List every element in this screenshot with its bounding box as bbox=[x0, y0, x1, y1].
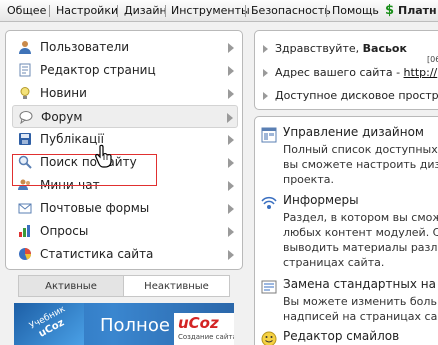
banner-book-art: Учебник uCoz bbox=[14, 303, 84, 345]
hand-cursor-icon bbox=[95, 144, 112, 168]
username: Васьок bbox=[362, 42, 407, 55]
tab-inactive[interactable]: Неактивные bbox=[124, 275, 230, 297]
poll-icon bbox=[19, 225, 30, 237]
sections-panel: Управление дизайном Полный список доступ… bbox=[254, 116, 438, 345]
section-desc-line: вы сможете настроить диз bbox=[283, 158, 438, 171]
highlight-box bbox=[12, 154, 157, 186]
section-desc-line: выводить материалы разли bbox=[283, 241, 438, 254]
greeting-panel: Здравствуйте, Васьок [06.0 Адрес вашего … bbox=[254, 30, 438, 110]
menu-general[interactable]: Общее bbox=[7, 0, 46, 22]
disk-space-label: Доступное дисковое простр bbox=[275, 89, 438, 102]
lightbulb-icon bbox=[20, 87, 30, 99]
sidebar-item-label: Редактор страниц bbox=[40, 63, 156, 77]
menu-separator bbox=[326, 5, 327, 17]
chevron-right-icon bbox=[228, 250, 234, 260]
forum-icon bbox=[19, 111, 33, 124]
chevron-right-icon bbox=[228, 43, 234, 53]
section-desc-line: Раздел, в котором вы смож bbox=[283, 211, 438, 224]
section-description: Раздел, в котором вы смож любых контент … bbox=[283, 210, 438, 270]
chevron-right-icon bbox=[228, 135, 234, 145]
sidebar-item-label: Новини bbox=[40, 86, 87, 100]
sidebar-item-news[interactable]: Новини bbox=[12, 82, 238, 105]
section-replace-labels[interactable]: Замена стандартных на Вы можете изменить… bbox=[261, 277, 438, 327]
chevron-right-icon bbox=[228, 204, 234, 214]
chevron-right-icon bbox=[228, 227, 234, 237]
section-design-management[interactable]: Управление дизайном Полный список доступ… bbox=[261, 125, 438, 187]
section-informers[interactable]: Информеры Раздел, в котором вы смож любы… bbox=[261, 193, 438, 269]
address-label: Адрес вашего сайта - bbox=[275, 66, 401, 79]
ucoz-logo: uCoz Создание сайта bbox=[174, 313, 234, 345]
menu-paid-services[interactable]: Платн bbox=[398, 0, 437, 22]
promo-banner[interactable]: Учебник uCoz Полное uCoz Создание сайта bbox=[14, 303, 234, 345]
section-title[interactable]: Замена стандартных на bbox=[283, 277, 436, 291]
address-text: Адрес вашего сайта - http:// bbox=[275, 63, 437, 83]
tab-active[interactable]: Активные bbox=[18, 275, 124, 297]
bullet-icon bbox=[263, 92, 268, 100]
sidebar-item-forum[interactable]: Форум bbox=[12, 105, 238, 128]
section-title[interactable]: Информеры bbox=[283, 193, 359, 207]
section-desc-line: надписей на страницах са bbox=[283, 310, 438, 323]
greeting-row: Здравствуйте, Васьок [06.0 bbox=[263, 39, 438, 64]
chevron-right-icon bbox=[228, 158, 234, 168]
sidebar-item-site-stats[interactable]: Статистика сайта bbox=[12, 243, 238, 266]
chevron-right-icon bbox=[228, 66, 234, 76]
section-desc-line: страницах сайта. bbox=[283, 256, 385, 269]
stats-icon bbox=[19, 248, 31, 260]
design-icon bbox=[261, 127, 277, 143]
site-address-link[interactable]: http:// bbox=[404, 66, 438, 79]
page-editor-icon bbox=[19, 63, 31, 77]
greeting-text: Здравствуйте, Васьок bbox=[275, 39, 407, 59]
ucoz-logo-subtitle: Создание сайта bbox=[178, 333, 234, 341]
banner-tabs: Активные Неактивные bbox=[18, 275, 230, 297]
sidebar-item-page-editor[interactable]: Редактор страниц bbox=[12, 59, 238, 82]
bullet-icon bbox=[263, 45, 268, 53]
sidebar-item-label: Почтовые формы bbox=[40, 201, 150, 215]
menu-settings[interactable]: Настройки bbox=[56, 0, 118, 22]
dollar-icon: $ bbox=[385, 3, 395, 18]
sidebar-item-publications[interactable]: Публікації bbox=[12, 128, 238, 151]
section-desc-line: любых контент модулей. С bbox=[283, 226, 438, 239]
user-icon bbox=[19, 41, 31, 54]
chevron-right-icon bbox=[227, 113, 233, 123]
section-desc-line: Полный список доступных bbox=[283, 143, 438, 156]
menu-security[interactable]: Безопасность bbox=[251, 0, 331, 22]
section-title[interactable]: Редактор смайлов bbox=[283, 329, 399, 343]
menu-design[interactable]: Дизайн bbox=[124, 0, 167, 22]
informer-icon bbox=[261, 196, 277, 209]
smiley-icon bbox=[261, 331, 277, 345]
section-desc-line: проекта. bbox=[283, 173, 334, 186]
modules-panel: Пользователи Редактор страниц Новини Фор… bbox=[5, 30, 243, 270]
sidebar-item-mail-forms[interactable]: Почтовые формы bbox=[12, 197, 238, 220]
sidebar-item-label: Опросы bbox=[40, 224, 89, 238]
replace-text-icon bbox=[261, 280, 277, 294]
sidebar-item-polls[interactable]: Опросы bbox=[12, 220, 238, 243]
section-desc-line: Вы можете изменить боль bbox=[283, 295, 437, 308]
top-menu-bar: Общее Настройки Дизайн Инструменты Безоп… bbox=[0, 0, 438, 22]
sidebar-item-label: Статистика сайта bbox=[40, 247, 154, 261]
sidebar-item-label: Пользователи bbox=[40, 40, 130, 54]
menu-tools[interactable]: Инструменты bbox=[171, 0, 250, 22]
menu-separator bbox=[165, 5, 166, 17]
menu-separator bbox=[117, 5, 118, 17]
sidebar-item-label: Форум bbox=[41, 110, 83, 124]
sidebar-item-users[interactable]: Пользователи bbox=[12, 36, 238, 59]
menu-separator bbox=[245, 5, 246, 17]
section-description: Полный список доступных вы сможете настр… bbox=[283, 142, 438, 187]
section-smiley-editor[interactable]: Редактор смайлов bbox=[261, 329, 438, 345]
menu-separator bbox=[49, 5, 50, 17]
greeting-hello: Здравствуйте, bbox=[275, 42, 360, 55]
ucoz-logo-text: uCoz bbox=[178, 314, 219, 332]
bullet-icon bbox=[263, 69, 268, 77]
chevron-right-icon bbox=[228, 89, 234, 99]
section-description: Вы можете изменить боль надписей на стра… bbox=[283, 294, 437, 324]
chevron-right-icon bbox=[228, 181, 234, 191]
section-title[interactable]: Управление дизайном bbox=[283, 125, 424, 139]
menu-help[interactable]: Помощь bbox=[332, 0, 379, 22]
publications-icon bbox=[19, 133, 31, 145]
mail-icon bbox=[18, 203, 32, 214]
banner-headline: Полное bbox=[100, 315, 170, 336]
